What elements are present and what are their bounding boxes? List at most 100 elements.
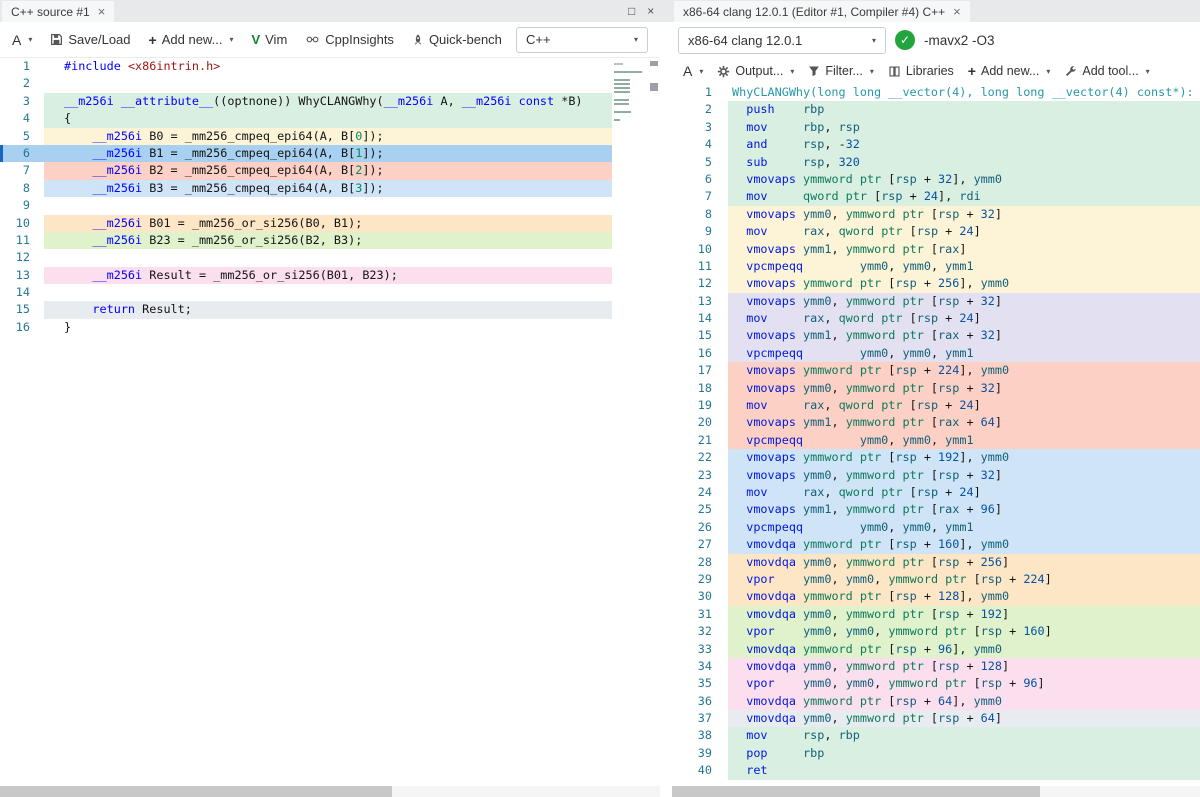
asm-line[interactable]: 23 vmovaps ymm0, ymmword ptr [rsp + 32] xyxy=(672,466,1200,484)
source-line[interactable]: 7 __m256i B2 = _mm256_cmpeq_epi64(A, B[2… xyxy=(0,162,612,180)
font-menu[interactable]: A ▾ xyxy=(676,61,710,81)
source-line[interactable]: 6 __m256i B1 = _mm256_cmpeq_epi64(A, B[1… xyxy=(0,144,612,163)
asm-line[interactable]: 11 vpcmpeqq ymm0, ymm0, ymm1 xyxy=(672,257,1200,276)
asm-line[interactable]: 9 mov rax, qword ptr [rsp + 24] xyxy=(672,223,1200,241)
asm-line[interactable]: 22 vmovaps ymmword ptr [rsp + 192], ymm0 xyxy=(672,449,1200,467)
source-line[interactable]: 2 xyxy=(0,75,612,93)
asm-line[interactable]: 29 vpor ymm0, ymm0, ymmword ptr [rsp + 2… xyxy=(672,570,1200,589)
tab-source-editor[interactable]: C++ source #1 × xyxy=(2,1,115,22)
asm-line[interactable]: 13 vmovaps ymm0, ymmword ptr [rsp + 32] xyxy=(672,292,1200,311)
line-number: 15 xyxy=(0,301,44,319)
asm-line[interactable]: 1 WhyCLANGWhy(long long __vector(4), long… xyxy=(672,84,1200,102)
asm-line[interactable]: 4 and rsp, -32 xyxy=(672,136,1200,154)
code-token: , xyxy=(824,154,839,169)
tab-compiler-output[interactable]: x86-64 clang 12.0.1 (Editor #1, Compiler… xyxy=(674,1,970,22)
source-line[interactable]: 14 xyxy=(0,284,612,302)
output-menu[interactable]: Output... ▾ xyxy=(710,62,801,80)
ruler-mark xyxy=(650,61,658,66)
font-menu[interactable]: A ▾ xyxy=(4,28,40,52)
code-token: { xyxy=(64,111,72,126)
asm-line[interactable]: 12 vmovaps ymmword ptr [rsp + 256], ymm0 xyxy=(672,275,1200,293)
vim-toggle[interactable]: V Vim xyxy=(243,28,295,51)
compiler-options-input[interactable] xyxy=(924,32,1174,48)
code-token: + xyxy=(938,484,960,499)
asm-line[interactable]: 3 mov rbp, rsp xyxy=(672,118,1200,137)
asm-line[interactable]: 5 sub rsp, 320 xyxy=(672,153,1200,171)
asm-line[interactable]: 14 mov rax, qword ptr [rsp + 24] xyxy=(672,310,1200,328)
asm-line[interactable]: 34 vmovdqa ymm0, ymmword ptr [rsp + 128] xyxy=(672,657,1200,676)
asm-line[interactable]: 27 vmovdqa ymmword ptr [rsp + 160], ymm0 xyxy=(672,536,1200,554)
scrollbar-thumb[interactable] xyxy=(0,786,392,797)
line-number: 17 xyxy=(672,362,728,380)
close-icon[interactable]: × xyxy=(953,5,961,18)
source-line[interactable]: 12 xyxy=(0,249,612,267)
add-new-menu[interactable]: + Add new... ▾ xyxy=(961,61,1058,81)
source-line[interactable]: 15 return Result; xyxy=(0,301,612,319)
source-horizontal-scrollbar[interactable] xyxy=(0,786,660,797)
source-line[interactable]: 10 __m256i B01 = _mm256_or_si256(B0, B1)… xyxy=(0,214,612,232)
asm-line[interactable]: 2 push rbp xyxy=(672,101,1200,119)
asm-line[interactable]: 24 mov rax, qword ptr [rsp + 24] xyxy=(672,483,1200,502)
asm-line[interactable]: 8 vmovaps ymm0, ymmword ptr [rsp + 32] xyxy=(672,205,1200,224)
minimap[interactable] xyxy=(614,58,646,127)
asm-line[interactable]: 21 vpcmpeqq ymm0, ymm0, ymm1 xyxy=(672,431,1200,450)
add-new-menu[interactable]: + Add new... ▾ xyxy=(141,28,242,52)
asm-line[interactable]: 40 ret xyxy=(672,762,1200,780)
source-line[interactable]: 3 __m256i __attribute__((optnone)) WhyCLA… xyxy=(0,92,612,111)
asm-line[interactable]: 32 vpor ymm0, ymm0, ymmword ptr [rsp + 1… xyxy=(672,623,1200,641)
source-line[interactable]: 5 __m256i B0 = _mm256_cmpeq_epi64(A, B[0… xyxy=(0,127,612,145)
pane-splitter[interactable] xyxy=(660,22,672,797)
asm-line[interactable]: 35 vpor ymm0, ymm0, ymmword ptr [rsp + 9… xyxy=(672,675,1200,693)
maximize-icon[interactable]: □ xyxy=(628,4,635,18)
source-line[interactable]: 1 #include <x86intrin.h> xyxy=(0,58,612,76)
asm-line[interactable]: 38 mov rsp, rbp xyxy=(672,727,1200,745)
cppinsights-button[interactable]: CppInsights xyxy=(297,28,402,51)
libraries-button[interactable]: Libraries xyxy=(881,62,961,80)
asm-line[interactable]: 15 vmovaps ymm1, ymmword ptr [rax + 32] xyxy=(672,327,1200,345)
asm-line[interactable]: 6 vmovaps ymmword ptr [rsp + 32], ymm0 xyxy=(672,170,1200,189)
close-icon[interactable]: × xyxy=(98,5,106,18)
asm-line[interactable]: 17 vmovaps ymmword ptr [rsp + 224], ymm0 xyxy=(672,362,1200,380)
code-text: __m256i B0 = _mm256_cmpeq_epi64(A, B[0])… xyxy=(44,127,612,145)
asm-line[interactable]: 25 vmovaps ymm1, ymmword ptr [rax + 96] xyxy=(672,501,1200,519)
code-token: ], xyxy=(952,693,974,708)
compiler-select[interactable]: x86-64 clang 12.0.1 ▾ xyxy=(678,26,886,54)
language-select[interactable]: C++ ▾ xyxy=(516,26,648,53)
source-line[interactable]: 4{ xyxy=(0,110,612,128)
asm-line[interactable]: 7 mov qword ptr [rsp + 24], rdi xyxy=(672,188,1200,206)
asm-line[interactable]: 10 vmovaps ymm1, ymmword ptr [rax] xyxy=(672,240,1200,258)
filter-menu[interactable]: Filter... ▾ xyxy=(801,62,881,80)
quick-bench-button[interactable]: Quick-bench xyxy=(404,28,510,51)
source-editor[interactable]: 1 #include <x86intrin.h> 2 3 __m256i __attri… xyxy=(0,58,612,337)
asm-line[interactable]: 16 vpcmpeqq ymm0, ymm0, ymm1 xyxy=(672,344,1200,363)
close-icon[interactable]: × xyxy=(647,4,654,18)
asm-line[interactable]: 26 vpcmpeqq ymm0, ymm0, ymm1 xyxy=(672,518,1200,537)
scrollbar-thumb[interactable] xyxy=(672,786,1040,797)
asm-line[interactable]: 31 vmovdqa ymm0, ymmword ptr [rsp + 192] xyxy=(672,605,1200,624)
source-line[interactable]: 9 xyxy=(0,197,612,215)
source-line[interactable]: 8 __m256i B3 = _mm256_cmpeq_epi64(A, B[3… xyxy=(0,179,612,198)
source-line[interactable]: 13 __m256i Result = _mm256_or_si256(B01,… xyxy=(0,266,612,285)
code-token: 224 xyxy=(938,363,960,378)
assembly-output-editor[interactable]: 1 WhyCLANGWhy(long long __vector(4), long… xyxy=(672,84,1200,780)
source-line[interactable]: 16} xyxy=(0,318,612,337)
add-tool-menu[interactable]: Add tool... ▾ xyxy=(1057,62,1156,80)
asm-line[interactable]: 19 mov rax, qword ptr [rsp + 24] xyxy=(672,397,1200,415)
code-token: + xyxy=(916,693,939,708)
asm-line[interactable]: 33 vmovdqa ymmword ptr [rsp + 96], ymm0 xyxy=(672,640,1200,658)
code-token: __m256i xyxy=(64,93,114,108)
line-number: 11 xyxy=(672,257,728,276)
asm-line[interactable]: 18 vmovaps ymm0, ymmword ptr [rsp + 32] xyxy=(672,379,1200,398)
assembly-horizontal-scrollbar[interactable] xyxy=(672,786,1200,797)
asm-line[interactable]: 39 pop rbp xyxy=(672,744,1200,763)
asm-line[interactable]: 37 vmovdqa ymm0, ymmword ptr [rsp + 64] xyxy=(672,710,1200,728)
overview-ruler[interactable] xyxy=(648,58,660,780)
asm-line[interactable]: 28 vmovdqa ymm0, ymmword ptr [rsp + 256] xyxy=(672,553,1200,571)
asm-line[interactable]: 30 vmovdqa ymmword ptr [rsp + 128], ymm0 xyxy=(672,588,1200,606)
asm-line[interactable]: 20 vmovaps ymm1, ymmword ptr [rax + 64] xyxy=(672,414,1200,432)
line-number: 1 xyxy=(672,84,728,102)
asm-line[interactable]: 36 vmovdqa ymmword ptr [rsp + 64], ymm0 xyxy=(672,692,1200,711)
source-line[interactable]: 11 __m256i B23 = _mm256_or_si256(B2, B3)… xyxy=(0,231,612,250)
save-load-button[interactable]: Save/Load xyxy=(42,28,138,51)
